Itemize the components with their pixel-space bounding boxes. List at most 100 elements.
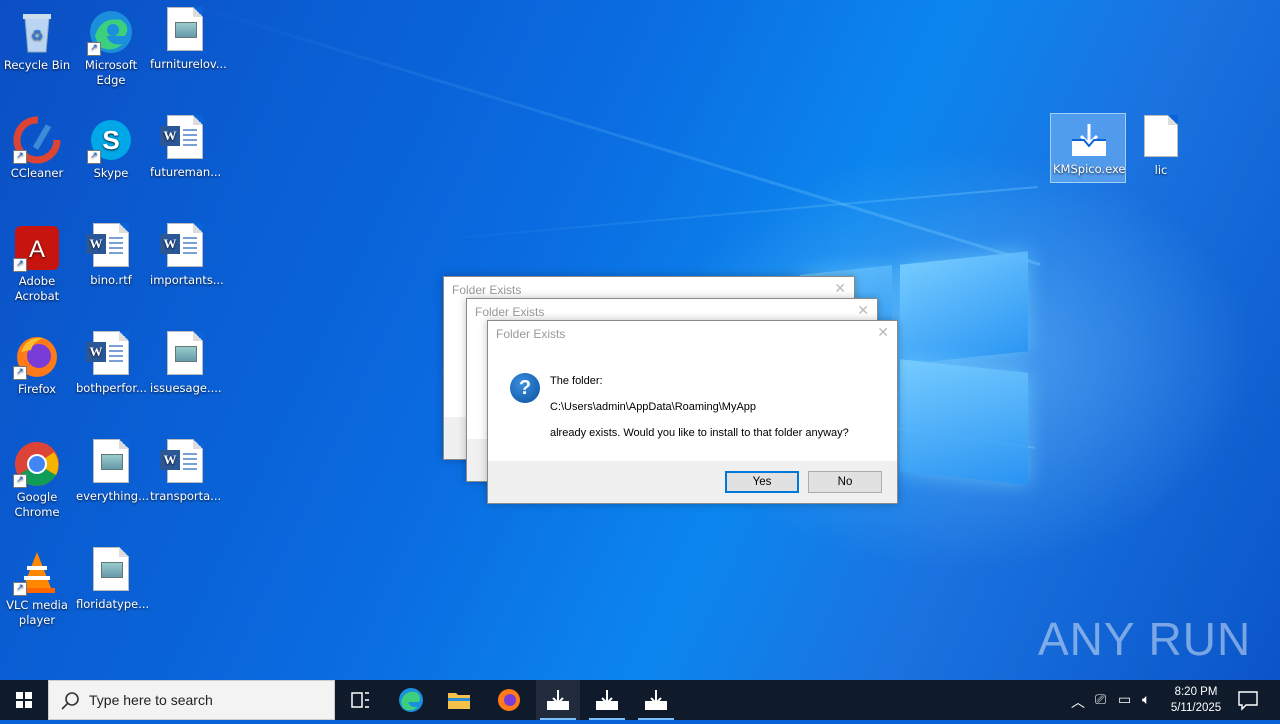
word-document-icon: W: [86, 331, 129, 375]
desktop-icon-skype[interactable]: S ↗ Skype: [74, 112, 148, 181]
dialog-message-line3: already exists. Would you like to instal…: [550, 427, 849, 439]
folder-exists-dialog[interactable]: Folder Exists ✕ ? The folder: C:\Users\a…: [487, 320, 898, 504]
no-button[interactable]: No: [808, 471, 882, 493]
close-icon[interactable]: ✕: [877, 324, 889, 341]
desktop-icon-google-chrome[interactable]: ↗ Google Chrome: [0, 436, 74, 520]
word-document-icon: W: [160, 115, 203, 159]
start-button[interactable]: [0, 680, 48, 720]
blank-file-icon: [1144, 115, 1178, 157]
taskbar-firefox[interactable]: [488, 680, 530, 720]
taskbar-file-explorer[interactable]: [438, 680, 480, 720]
icon-label: furniturelov...: [150, 57, 227, 71]
close-icon[interactable]: ✕: [857, 302, 869, 319]
installer-icon: [596, 690, 618, 710]
close-icon[interactable]: ✕: [834, 280, 846, 297]
image-file-icon: [93, 547, 129, 591]
icon-label: Google Chrome: [14, 490, 60, 519]
taskbar-clock[interactable]: 8:20 PM 5/11/2025: [1160, 684, 1232, 716]
shortcut-arrow-icon: ↗: [13, 150, 27, 164]
clock-time: 8:20 PM: [1174, 686, 1218, 698]
folder-icon: [448, 693, 470, 709]
desktop-icon-vlc[interactable]: ↗ VLC media player: [0, 544, 74, 628]
vlc-icon: ↗: [13, 548, 61, 596]
taskbar-installer-window-2[interactable]: [585, 680, 629, 720]
desktop-icon-recycle-bin[interactable]: ♻ Recycle Bin: [0, 4, 74, 73]
icon-label: KMSpico.exe: [1053, 162, 1126, 176]
ccleaner-icon: ↗: [13, 116, 61, 164]
icon-label: bothperfor...: [76, 381, 147, 395]
desktop-icon-microsoft-edge[interactable]: ↗ Microsoft Edge: [74, 4, 148, 88]
image-file-icon: [93, 439, 129, 483]
chrome-icon: ↗: [13, 440, 61, 488]
adobe-acrobat-icon: A ↗: [13, 224, 61, 272]
icon-label: CCleaner: [10, 166, 64, 180]
icon-label: Firefox: [17, 382, 57, 396]
dialog-title: Folder Exists: [475, 305, 545, 319]
shortcut-arrow-icon: ↗: [13, 582, 27, 596]
anyrun-watermark: ANY RUN: [1038, 613, 1252, 665]
desktop-icon-furniturelov[interactable]: furniturelov...: [148, 4, 227, 72]
clock-date: 5/11/2025: [1170, 702, 1222, 714]
shortcut-arrow-icon: ↗: [87, 150, 101, 164]
windows-logo-pane: [900, 359, 1028, 485]
desktop-icon-importants[interactable]: W importants...: [148, 220, 224, 288]
desktop: ♻ Recycle Bin ↗ CCleaner A ↗ Adobe Acrob…: [0, 0, 1280, 680]
icon-label: transporta...: [150, 489, 222, 503]
dialog-folder-path: C:\Users\admin\AppData\Roaming\MyApp: [550, 401, 757, 413]
desktop-icon-floridatype[interactable]: floridatype...: [74, 544, 150, 612]
desktop-icon-lic[interactable]: lic: [1124, 112, 1198, 178]
desktop-icon-bothperfor[interactable]: W bothperfor...: [74, 328, 148, 396]
desktop-icon-issuesage[interactable]: issuesage....: [148, 328, 222, 396]
action-center-button[interactable]: [1232, 680, 1264, 720]
taskbar-edge[interactable]: [390, 680, 432, 720]
icon-label: floridatype...: [76, 597, 150, 611]
installer-icon: [1064, 118, 1112, 160]
image-file-icon: [167, 331, 203, 375]
icon-label: lic: [1154, 163, 1168, 177]
icon-label: Microsoft Edge: [84, 58, 138, 87]
shortcut-arrow-icon: ↗: [87, 42, 101, 56]
volume-icon[interactable]: 🔈︎: [1142, 692, 1150, 708]
svg-text:A: A: [29, 236, 45, 263]
dialog-title: Folder Exists: [452, 283, 522, 297]
icon-label: everything...: [76, 489, 150, 503]
shortcut-arrow-icon: ↗: [13, 258, 27, 272]
desktop-icon-bino-rtf[interactable]: W bino.rtf: [74, 220, 148, 288]
desktop-icon-transporta[interactable]: W transporta...: [148, 436, 222, 504]
desktop-icon-kmspico[interactable]: KMSpico.exe: [1050, 113, 1126, 183]
icon-label: Skype: [93, 166, 129, 180]
meet-now-icon[interactable]: ⎚: [1095, 692, 1106, 708]
dialog-footer: Yes No: [488, 461, 897, 503]
installer-icon: [645, 690, 667, 710]
task-view-button[interactable]: [340, 680, 380, 720]
desktop-icon-futureman[interactable]: W futureman...: [148, 112, 222, 180]
taskbar-search-box[interactable]: Type here to search: [48, 680, 335, 720]
desktop-icon-adobe-acrobat[interactable]: A ↗ Adobe Acrobat: [0, 220, 74, 304]
network-icon[interactable]: ▭: [1118, 692, 1131, 708]
task-view-icon: [351, 692, 369, 708]
icon-label: importants...: [150, 273, 224, 287]
dialog-title: Folder Exists: [496, 327, 566, 341]
recycle-bin-icon: ♻: [13, 8, 61, 56]
shortcut-arrow-icon: ↗: [13, 474, 27, 488]
yes-button[interactable]: Yes: [725, 471, 799, 493]
windows-start-icon: [16, 692, 32, 708]
desktop-icon-everything[interactable]: everything...: [74, 436, 150, 504]
icon-label: Recycle Bin: [3, 58, 71, 72]
icon-label: futureman...: [150, 165, 222, 179]
desktop-icon-firefox[interactable]: ↗ Firefox: [0, 328, 74, 397]
icon-label: issuesage....: [150, 381, 222, 395]
search-placeholder: Type here to search: [89, 692, 213, 708]
shortcut-arrow-icon: ↗: [13, 366, 27, 380]
edge-icon: [399, 688, 423, 712]
show-hidden-icons-chevron-icon[interactable]: ︿: [1071, 692, 1085, 712]
firefox-icon: ↗: [13, 332, 61, 380]
word-document-icon: W: [86, 223, 129, 267]
windows-logo-pane: [900, 251, 1028, 365]
notification-icon: [1238, 691, 1258, 711]
installer-icon: [547, 690, 569, 710]
desktop-icon-ccleaner[interactable]: ↗ CCleaner: [0, 112, 74, 181]
taskbar-installer-window-1[interactable]: [536, 680, 580, 720]
icon-label: bino.rtf: [90, 273, 132, 287]
taskbar-installer-window-3[interactable]: [634, 680, 678, 720]
